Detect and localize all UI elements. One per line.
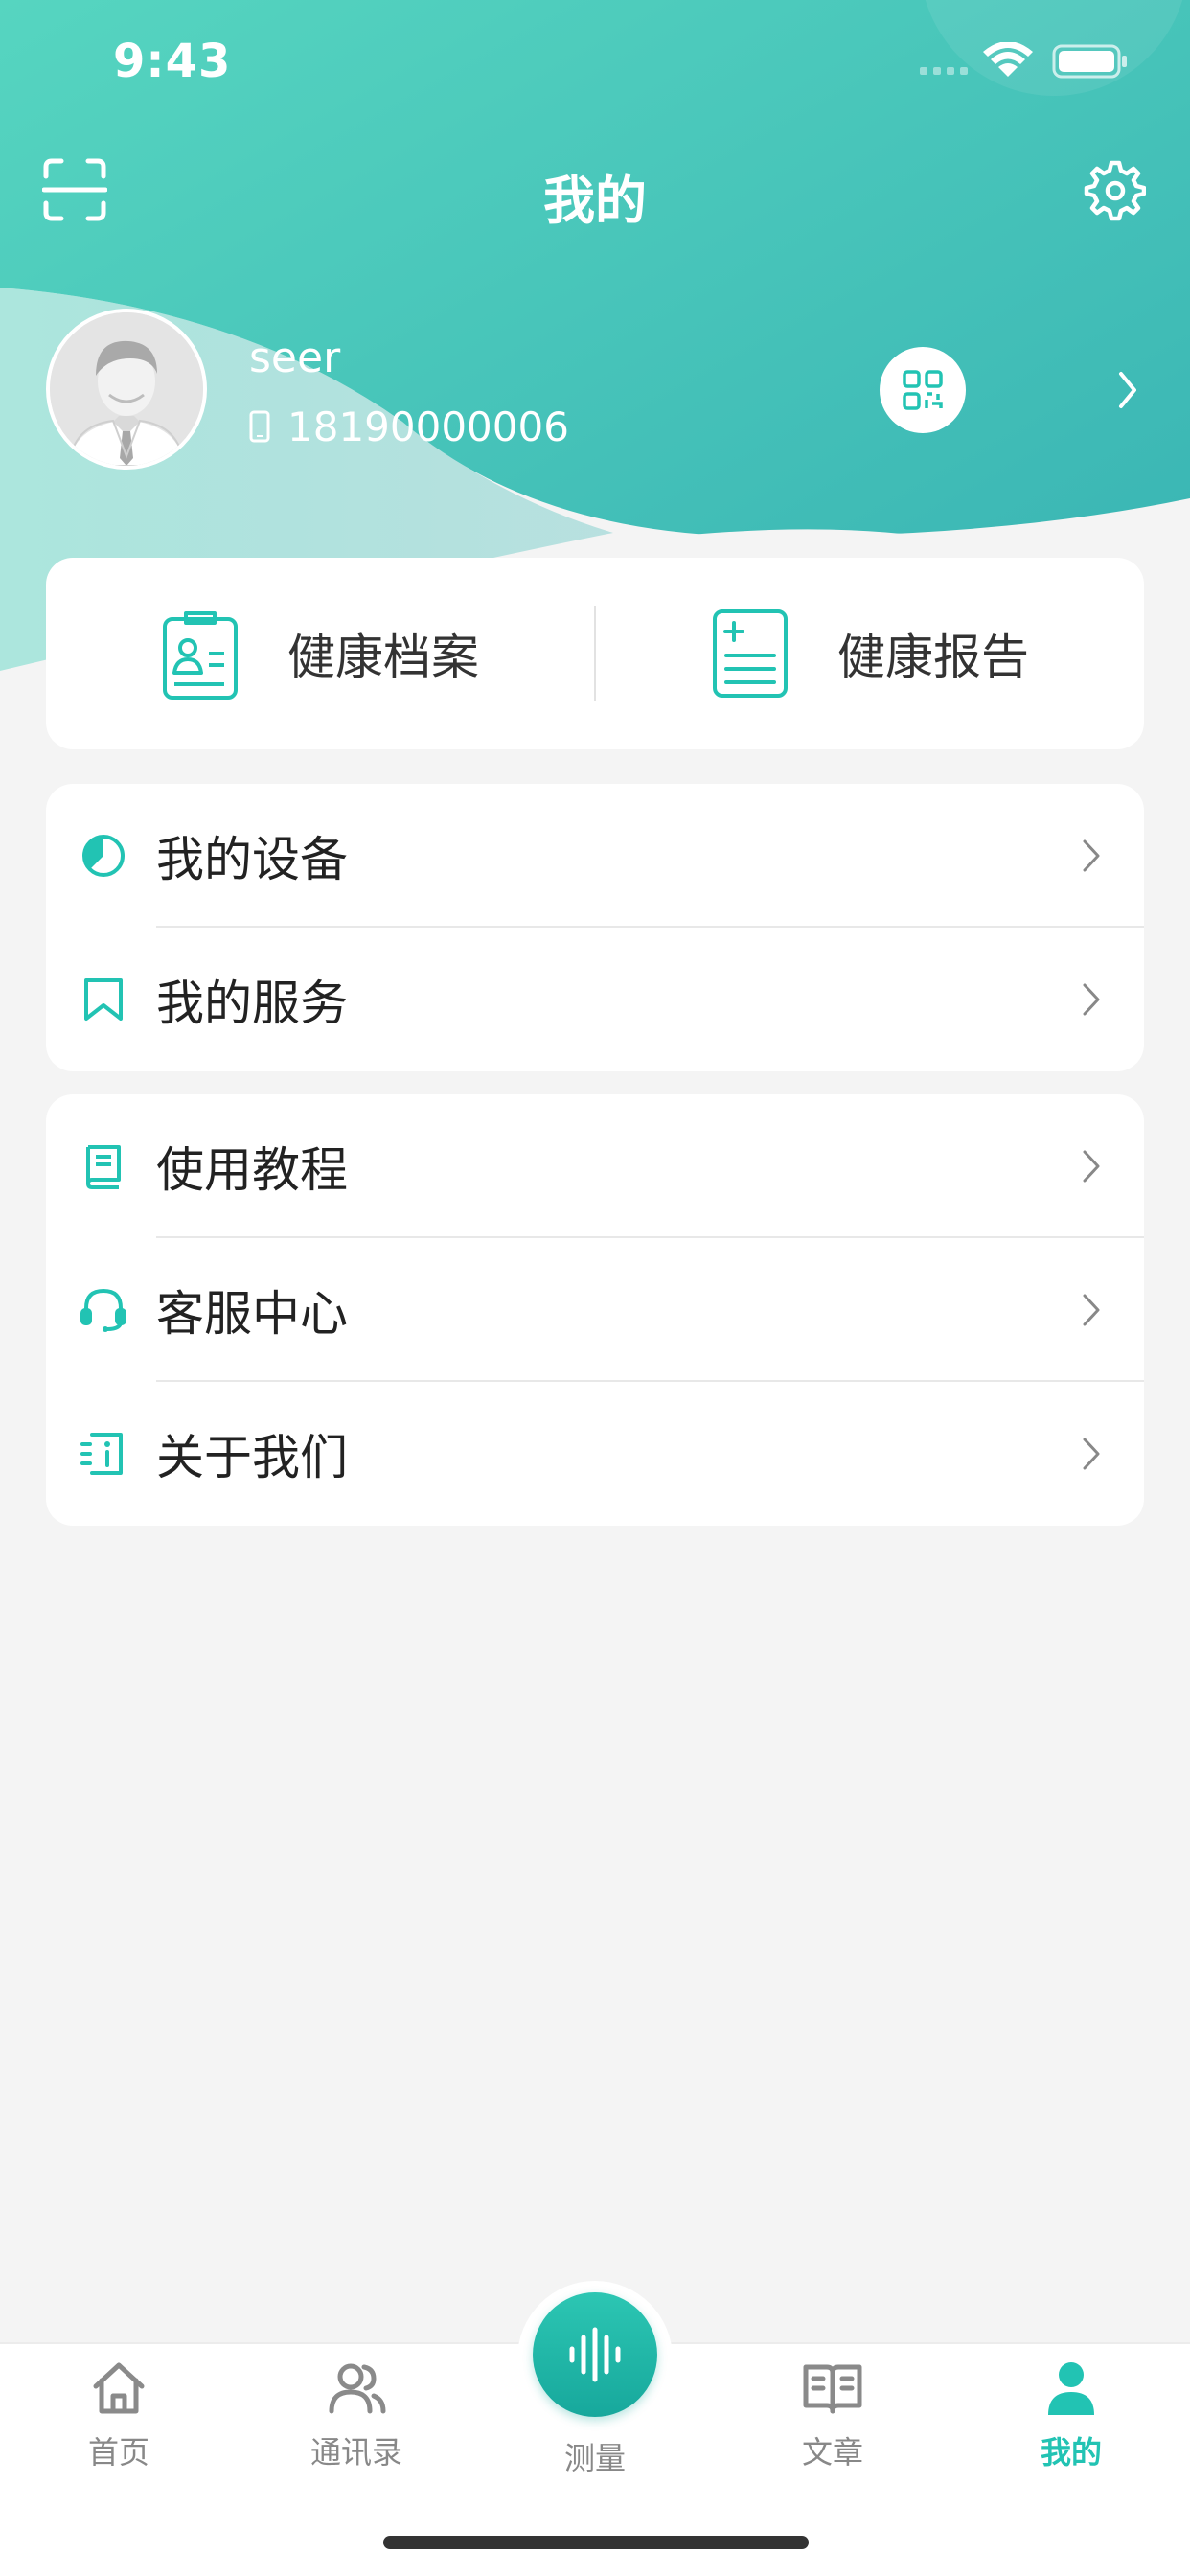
health-report-label: 健康报告 xyxy=(837,630,1029,685)
open-book-icon xyxy=(803,2364,862,2414)
tab-home[interactable]: 首页 xyxy=(42,2358,195,2472)
health-record-icon xyxy=(163,611,238,700)
status-time: 9:43 xyxy=(113,34,232,88)
profile-chevron-icon[interactable] xyxy=(1113,368,1142,412)
chevron-right-icon xyxy=(1083,983,1100,1016)
health-record-label: 健康档案 xyxy=(287,630,479,685)
menu-item-customer-service[interactable]: 客服中心 xyxy=(46,1238,1144,1382)
book-icon xyxy=(86,1145,121,1189)
chevron-right-icon xyxy=(1083,1438,1100,1470)
tab-measure-label: 测量 xyxy=(563,2440,626,2476)
username: seer xyxy=(249,334,341,382)
qr-code-button[interactable] xyxy=(880,347,966,433)
menu-group-devices: 我的设备 我的服务 xyxy=(46,784,1144,1071)
phone-icon xyxy=(249,410,270,443)
info-icon xyxy=(80,1433,123,1475)
health-report-icon xyxy=(713,610,788,698)
person-icon xyxy=(1048,2362,1094,2415)
avatar[interactable] xyxy=(46,309,207,470)
menu-item-tutorial[interactable]: 使用教程 xyxy=(46,1094,1144,1238)
tab-label: 文章 xyxy=(801,2434,863,2471)
menu-group-support: 使用教程 客服中心 关于我们 xyxy=(46,1094,1144,1526)
page-title: 我的 xyxy=(543,171,647,231)
menu-item-about-us[interactable]: 关于我们 xyxy=(46,1382,1144,1526)
phone-number: 18190000006 xyxy=(287,402,569,450)
tab-contacts[interactable]: 通讯录 xyxy=(280,2358,433,2472)
menu-item-my-devices[interactable]: 我的设备 xyxy=(46,784,1144,928)
battery-icon xyxy=(1052,44,1127,79)
home-indicator[interactable] xyxy=(383,2536,809,2549)
tab-measure[interactable] xyxy=(533,2292,657,2417)
health-report-button[interactable]: 健康报告 xyxy=(596,558,1144,749)
menu-item-label: 使用教程 xyxy=(156,1142,348,1198)
tab-label: 我的 xyxy=(1040,2434,1102,2471)
tab-label: 首页 xyxy=(87,2434,149,2471)
health-record-button[interactable]: 健康档案 xyxy=(46,558,594,749)
phone-row: 18190000006 xyxy=(249,402,569,450)
chevron-right-icon xyxy=(1083,1294,1100,1326)
headset-icon xyxy=(80,1288,126,1332)
home-icon xyxy=(93,2362,145,2414)
tab-articles[interactable]: 文章 xyxy=(756,2358,909,2472)
chevron-right-icon xyxy=(1083,1150,1100,1183)
settings-button[interactable] xyxy=(1081,157,1147,222)
wifi-icon xyxy=(983,42,1033,77)
quick-actions-card: 健康档案 健康报告 xyxy=(46,558,1144,749)
device-icon xyxy=(82,835,125,877)
menu-item-my-services[interactable]: 我的服务 xyxy=(46,928,1144,1071)
sound-wave-icon xyxy=(569,2327,621,2382)
signal-icon xyxy=(920,67,968,75)
tab-mine[interactable]: 我的 xyxy=(995,2358,1148,2472)
gear-icon xyxy=(1084,160,1147,221)
menu-item-label: 客服中心 xyxy=(156,1286,348,1342)
user-avatar-icon xyxy=(50,312,203,466)
qr-code-icon xyxy=(903,370,943,410)
tab-label: 通讯录 xyxy=(309,2434,402,2471)
status-indicators xyxy=(920,42,1131,80)
menu-item-label: 我的服务 xyxy=(156,976,348,1031)
chevron-right-icon xyxy=(1083,840,1100,872)
menu-item-label: 我的设备 xyxy=(156,832,348,887)
contacts-icon xyxy=(329,2363,386,2414)
bookmark-icon xyxy=(84,978,123,1021)
menu-item-label: 关于我们 xyxy=(156,1430,348,1485)
